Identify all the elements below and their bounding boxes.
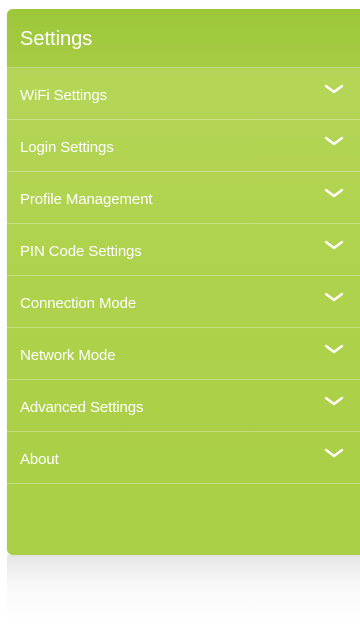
menu-item-profile-management[interactable]: Profile Management: [7, 172, 360, 224]
menu-item-label: About: [20, 451, 59, 468]
menu-item-pin-code-settings[interactable]: PIN Code Settings: [7, 224, 360, 276]
menu-item-wifi-settings[interactable]: WiFi Settings: [7, 68, 360, 120]
menu-item-advanced-settings[interactable]: Advanced Settings: [7, 380, 360, 432]
menu-item-connection-mode[interactable]: Connection Mode: [7, 276, 360, 328]
chevron-down-icon[interactable]: [324, 136, 344, 148]
menu-item-login-settings[interactable]: Login Settings: [7, 120, 360, 172]
panel-reflection: [7, 555, 360, 624]
chevron-down-icon[interactable]: [324, 396, 344, 408]
menu-item-label: WiFi Settings: [20, 87, 108, 104]
menu-item-label: Network Mode: [20, 347, 116, 364]
settings-menu: WiFi Settings Login Settings Profile Man…: [7, 68, 360, 484]
chevron-down-icon[interactable]: [324, 240, 344, 252]
chevron-down-icon[interactable]: [324, 448, 344, 460]
settings-panel: Settings WiFi Settings Login Settings Pr…: [7, 9, 360, 555]
chevron-down-icon[interactable]: [324, 84, 344, 96]
chevron-down-icon[interactable]: [324, 188, 344, 200]
menu-item-about[interactable]: About: [7, 432, 360, 484]
chevron-down-icon[interactable]: [324, 344, 344, 356]
menu-item-label: PIN Code Settings: [20, 243, 142, 260]
menu-item-label: Login Settings: [20, 139, 114, 156]
menu-item-label: Profile Management: [20, 191, 153, 208]
settings-title: Settings: [7, 9, 360, 68]
menu-item-network-mode[interactable]: Network Mode: [7, 328, 360, 380]
menu-item-label: Connection Mode: [20, 295, 137, 312]
menu-item-label: Advanced Settings: [20, 399, 144, 416]
chevron-down-icon[interactable]: [324, 292, 344, 304]
